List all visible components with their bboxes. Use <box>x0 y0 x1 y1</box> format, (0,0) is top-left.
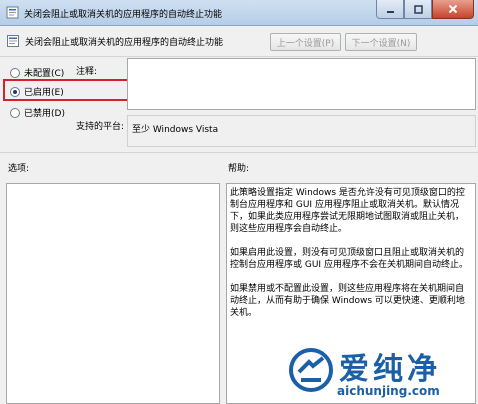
supported-on-box: 至少 Windows Vista <box>127 115 476 147</box>
enabled-highlight-box <box>3 79 136 101</box>
close-icon <box>448 4 458 14</box>
window-controls <box>376 0 474 20</box>
radio-label: 未配置(C) <box>24 69 65 79</box>
options-label: 选项: <box>8 164 30 174</box>
maximize-button[interactable] <box>404 0 432 19</box>
close-button[interactable] <box>432 0 474 19</box>
help-paragraph: 如果禁用或不配置此设置，则这些应用程序将在关机期间自动终止，从而有助于确保 Wi… <box>230 284 465 318</box>
minimize-icon <box>386 10 394 13</box>
minimize-button[interactable] <box>376 0 404 19</box>
policy-header: 关闭会阻止或取消关机的应用程序的自动终止功能 上一个设置(P) 下一个设置(N) <box>0 26 478 56</box>
title-bar: 关闭会阻止或取消关机的应用程序的自动终止功能 <box>0 0 478 26</box>
comment-textbox[interactable] <box>127 58 476 110</box>
radio-not-configured[interactable]: 未配置(C) <box>10 66 64 79</box>
radio-circle <box>10 67 20 78</box>
window-title: 关闭会阻止或取消关机的应用程序的自动终止功能 <box>24 10 223 20</box>
header-divider <box>0 56 478 57</box>
supported-on-value: 至少 Windows Vista <box>132 125 219 135</box>
panel-divider <box>0 152 478 153</box>
radio-disabled[interactable]: 已禁用(D) <box>10 106 65 119</box>
watermark-url: aichunjing.com <box>337 384 440 398</box>
supported-on-label: 支持的平台: <box>76 122 125 132</box>
help-paragraph: 如果启用此设置，则没有可见顶级窗口且阻止或取消关机的控制台应用程序或 GUI 应… <box>230 248 468 270</box>
maximize-icon <box>413 4 423 14</box>
policy-title: 关闭会阻止或取消关机的应用程序的自动终止功能 <box>25 38 224 48</box>
options-panel <box>6 183 220 404</box>
radio-circle <box>10 107 20 118</box>
watermark: 爱纯净 aichunjing.com <box>289 346 475 402</box>
watermark-logo-icon <box>289 348 333 392</box>
radio-label: 已禁用(D) <box>24 109 65 119</box>
policy-window-icon <box>6 6 19 19</box>
help-paragraph: 此策略设置指定 Windows 是否允许没有可见顶级窗口的控制台应用程序和 GU… <box>230 188 465 234</box>
previous-setting-button[interactable]: 上一个设置(P) <box>270 33 341 51</box>
watermark-name: 爱纯净 <box>339 352 441 387</box>
policy-setting-icon <box>7 35 19 47</box>
help-label: 帮助: <box>228 164 250 174</box>
comment-label: 注释: <box>76 67 98 77</box>
next-setting-button[interactable]: 下一个设置(N) <box>345 33 417 51</box>
